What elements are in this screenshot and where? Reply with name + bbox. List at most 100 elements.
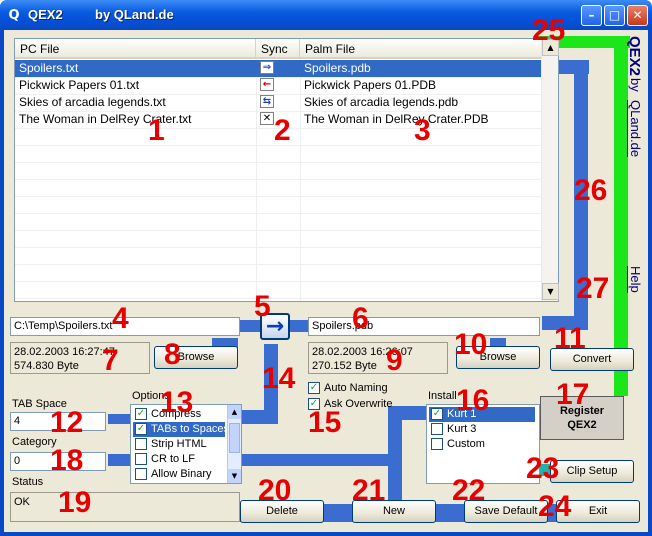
client-area: PC File Sync Palm File Spoilers.txt ⇒ Spoi… bbox=[4, 16, 648, 532]
palm-file-info: 28.02.2003 16:26:07 270.152 Byte bbox=[308, 342, 448, 374]
grid-line bbox=[15, 196, 541, 197]
callout-20: 20 bbox=[258, 474, 292, 507]
option-checkbox[interactable] bbox=[135, 468, 147, 480]
install-item-label: Custom bbox=[447, 438, 485, 450]
option-item[interactable]: Allow Binary bbox=[133, 467, 225, 482]
green-connector bbox=[614, 36, 628, 396]
blue-connector bbox=[388, 406, 402, 500]
option-label: TABs to Spaces bbox=[151, 423, 230, 435]
options-scroll-up[interactable]: ▲ bbox=[228, 405, 241, 419]
install-item[interactable]: Kurt 3 bbox=[429, 422, 535, 437]
callout-22: 22 bbox=[452, 474, 486, 507]
close-button[interactable]: ✕ bbox=[627, 5, 648, 26]
clip-setup-button[interactable]: Clip Setup bbox=[550, 460, 634, 483]
pc-file-date: 28.02.2003 16:27:47 bbox=[14, 346, 115, 358]
palm-file-cell: Skies of arcadia legends.pdb bbox=[304, 95, 459, 109]
blue-connector bbox=[108, 414, 130, 424]
app-window: Q QEX2 by QLand.de – □ ✕ PC File Sync Pa… bbox=[0, 0, 652, 536]
double-arrow-right-icon[interactable]: ⇒ bbox=[260, 61, 274, 74]
status-field: OK bbox=[10, 492, 240, 522]
grid-line bbox=[15, 264, 541, 265]
column-pc-file[interactable]: PC File bbox=[15, 39, 256, 59]
callout-2: 2 bbox=[274, 114, 291, 147]
callout-9: 9 bbox=[386, 344, 403, 377]
install-checkbox[interactable] bbox=[431, 423, 443, 435]
arrow-left-icon[interactable]: ← bbox=[260, 78, 274, 91]
callout-16: 16 bbox=[456, 384, 490, 417]
grid-line bbox=[15, 298, 541, 299]
column-palm-file[interactable]: Palm File bbox=[300, 39, 541, 59]
callout-24: 24 bbox=[538, 490, 572, 523]
q-app-icon[interactable]: Q bbox=[6, 8, 22, 24]
callout-10: 10 bbox=[454, 328, 488, 361]
callout-12: 12 bbox=[50, 406, 84, 439]
blue-connector bbox=[290, 320, 310, 332]
install-item-label: Kurt 3 bbox=[447, 423, 477, 435]
callout-7: 7 bbox=[102, 344, 119, 377]
options-scroll-thumb[interactable] bbox=[229, 423, 240, 453]
brand-vertical: QEX2 bbox=[626, 36, 643, 77]
callout-18: 18 bbox=[50, 444, 84, 477]
install-label: Install bbox=[428, 390, 457, 402]
callout-25: 25 bbox=[532, 14, 566, 47]
table-row[interactable]: Pickwick Papers 01.txt ← Pickwick Papers 0… bbox=[15, 77, 541, 94]
callout-5: 5 bbox=[254, 290, 271, 323]
cross-icon[interactable]: ✕ bbox=[260, 112, 274, 125]
install-checkbox[interactable] bbox=[431, 438, 443, 450]
sync-cell[interactable]: ⇒ bbox=[256, 60, 300, 77]
callout-1: 1 bbox=[148, 114, 165, 147]
option-item[interactable]: Strip HTML bbox=[133, 437, 225, 452]
palm-file-cell: Pickwick Papers 01.PDB bbox=[304, 78, 437, 92]
auto-naming-checkbox[interactable]: ✓ bbox=[308, 382, 320, 394]
options-scroll-down[interactable]: ▼ bbox=[228, 469, 241, 483]
option-item[interactable]: ✓ TABs to Spaces bbox=[133, 422, 229, 437]
grid-line bbox=[15, 162, 541, 163]
arrows-both-icon[interactable]: ⇆ bbox=[260, 95, 274, 108]
palm-file-date: 28.02.2003 16:26:07 bbox=[312, 346, 413, 358]
minimize-button[interactable]: – bbox=[581, 5, 602, 26]
grid-line bbox=[15, 94, 541, 95]
table-row[interactable]: Spoilers.txt ⇒ Spoilers.pdb bbox=[15, 60, 541, 77]
palm-name-field[interactable]: Spoilers.pdb bbox=[308, 317, 540, 336]
callout-14: 14 bbox=[262, 362, 296, 395]
option-label: Allow Binary bbox=[151, 468, 212, 480]
callout-23: 23 bbox=[526, 452, 560, 485]
sync-cell[interactable]: ← bbox=[256, 77, 300, 94]
grid-line bbox=[15, 179, 541, 180]
file-list[interactable]: PC File Sync Palm File Spoilers.txt ⇒ Spoi… bbox=[14, 38, 559, 302]
option-checkbox[interactable]: ✓ bbox=[135, 423, 147, 435]
option-item[interactable]: CR to LF bbox=[133, 452, 225, 467]
pc-file-cell: Spoilers.txt bbox=[19, 61, 79, 75]
palm-file-size: 270.152 Byte bbox=[312, 360, 377, 372]
maximize-button[interactable]: □ bbox=[604, 5, 625, 26]
install-item[interactable]: Custom bbox=[429, 437, 535, 452]
callout-17: 17 bbox=[556, 378, 590, 411]
option-checkbox[interactable]: ✓ bbox=[135, 408, 147, 420]
option-label: Strip HTML bbox=[151, 438, 207, 450]
callout-21: 21 bbox=[352, 474, 386, 507]
grid-line bbox=[15, 247, 541, 248]
option-label: CR to LF bbox=[151, 453, 196, 465]
file-list-header: PC File Sync Palm File bbox=[15, 39, 541, 59]
grid-line bbox=[15, 230, 541, 231]
callout-6: 6 bbox=[352, 302, 369, 335]
scroll-down-button[interactable]: ▼ bbox=[542, 283, 559, 300]
pc-file-cell: Skies of arcadia legends.txt bbox=[19, 95, 166, 109]
window-title: QEX2 bbox=[28, 7, 63, 22]
sync-cell[interactable]: ⇆ bbox=[256, 94, 300, 111]
pc-file-cell: Pickwick Papers 01.txt bbox=[19, 78, 140, 92]
list-scrollbar[interactable]: ▲ ▼ bbox=[541, 39, 559, 301]
qland-link[interactable]: QLand.de bbox=[628, 100, 643, 157]
install-checkbox[interactable]: ✓ bbox=[431, 408, 443, 420]
pc-file-size: 574.830 Byte bbox=[14, 360, 79, 372]
option-checkbox[interactable] bbox=[135, 438, 147, 450]
column-sync[interactable]: Sync bbox=[256, 39, 300, 59]
callout-15: 15 bbox=[308, 406, 342, 439]
blue-connector bbox=[240, 410, 278, 424]
help-link[interactable]: Help bbox=[628, 266, 643, 293]
grid-line bbox=[15, 213, 541, 214]
table-row[interactable]: Skies of arcadia legends.txt ⇆ Skies of ar… bbox=[15, 94, 541, 111]
option-checkbox[interactable] bbox=[135, 453, 147, 465]
options-scrollbar[interactable]: ▲ ▼ bbox=[227, 405, 241, 483]
callout-4: 4 bbox=[112, 302, 129, 335]
